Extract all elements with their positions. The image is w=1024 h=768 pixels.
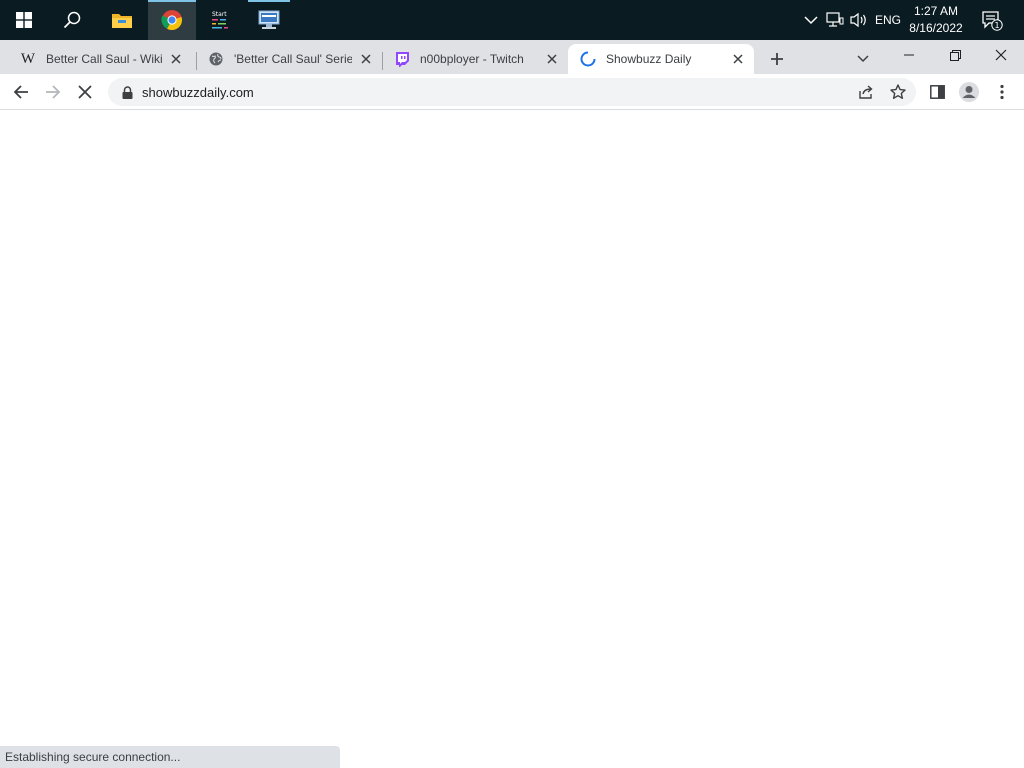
windows-logo-icon	[16, 12, 32, 28]
side-panel-button[interactable]	[922, 76, 952, 108]
back-button[interactable]	[6, 76, 36, 108]
address-bar[interactable]: showbuzzdaily.com	[108, 78, 916, 106]
close-window-button[interactable]	[978, 40, 1024, 70]
star-icon	[890, 84, 906, 100]
tab-title: 'Better Call Saul' Series Finale	[234, 52, 352, 66]
share-icon	[859, 85, 873, 99]
close-icon	[995, 49, 1007, 61]
new-tab-button[interactable]	[762, 44, 792, 74]
stop-loading-button[interactable]	[70, 76, 100, 108]
network-icon	[826, 12, 844, 27]
side-panel-icon	[929, 85, 945, 99]
stop-icon	[78, 85, 92, 99]
start-app-icon: Start	[212, 11, 228, 29]
speaker-icon	[850, 12, 866, 28]
tray-overflow-chevron[interactable]	[800, 0, 822, 40]
chevron-down-icon	[857, 55, 869, 63]
arrow-left-icon	[13, 85, 28, 99]
chevron-up-icon	[804, 16, 818, 25]
close-tab-icon[interactable]	[544, 51, 560, 67]
chrome-icon	[161, 10, 182, 31]
tray-language[interactable]: ENG	[872, 0, 904, 40]
tab-strip: W Better Call Saul - Wikipedia 'Better C…	[0, 40, 1024, 74]
tray-notifications[interactable]: 1	[978, 0, 1006, 40]
lock-icon[interactable]	[120, 85, 134, 99]
globe-icon	[208, 51, 224, 67]
wikipedia-icon: W	[20, 50, 36, 67]
taskbar-search-button[interactable]	[48, 0, 96, 40]
tray-network[interactable]	[824, 0, 846, 40]
plus-icon	[771, 53, 783, 65]
tab-title: Better Call Saul - Wikipedia	[46, 52, 162, 66]
close-tab-icon[interactable]	[730, 51, 746, 67]
search-icon	[63, 11, 81, 29]
close-tab-icon[interactable]	[358, 51, 374, 67]
tab-series-finale[interactable]: 'Better Call Saul' Series Finale	[196, 44, 382, 74]
close-tab-icon[interactable]	[168, 51, 184, 67]
loading-spinner-icon	[580, 51, 596, 67]
tab-title: Showbuzz Daily	[606, 52, 692, 66]
tray-clock[interactable]: 1:27 AM 8/16/2022	[906, 3, 966, 37]
page-content-area	[0, 111, 1024, 768]
share-button[interactable]	[851, 76, 881, 108]
clock-date: 8/16/2022	[909, 21, 963, 35]
twitch-icon	[394, 51, 410, 67]
menu-button[interactable]	[987, 76, 1017, 108]
svg-text:Start: Start	[212, 11, 227, 18]
taskbar-file-explorer[interactable]	[98, 0, 146, 40]
start-button[interactable]	[0, 0, 48, 40]
taskbar-start-app[interactable]: Start	[198, 0, 246, 40]
network-computer-icon	[258, 10, 280, 29]
forward-button[interactable]	[38, 76, 68, 108]
minimize-button[interactable]	[886, 40, 932, 70]
restore-icon	[949, 49, 961, 61]
folder-icon	[112, 14, 132, 28]
tab-twitch[interactable]: n00bployer - Twitch	[382, 44, 568, 74]
profile-button[interactable]	[954, 76, 984, 108]
tray-volume[interactable]	[848, 0, 870, 40]
taskbar-network-app[interactable]	[248, 0, 290, 40]
url-text[interactable]: showbuzzdaily.com	[142, 85, 254, 100]
browser-toolbar: showbuzzdaily.com	[0, 74, 1024, 110]
kebab-menu-icon	[1000, 84, 1004, 100]
tab-wikipedia[interactable]: W Better Call Saul - Wikipedia	[8, 44, 192, 74]
arrow-right-icon	[46, 85, 61, 99]
tab-showbuzz-daily[interactable]: Showbuzz Daily	[568, 44, 754, 74]
taskbar: Start ENG 1:27 AM 8/16/2022 1	[0, 0, 1024, 40]
notification-count: 1	[994, 21, 999, 30]
tab-search-button[interactable]	[848, 44, 878, 74]
restore-button[interactable]	[932, 40, 978, 70]
clock-time: 1:27 AM	[913, 4, 959, 18]
bookmark-star-button[interactable]	[883, 76, 913, 108]
minimize-icon	[904, 54, 914, 56]
tab-title: n00bployer - Twitch	[420, 52, 524, 66]
notification-icon: 1	[982, 11, 1003, 31]
status-bubble: Establishing secure connection...	[0, 746, 340, 768]
avatar-icon	[959, 82, 979, 102]
taskbar-chrome[interactable]	[148, 0, 196, 40]
